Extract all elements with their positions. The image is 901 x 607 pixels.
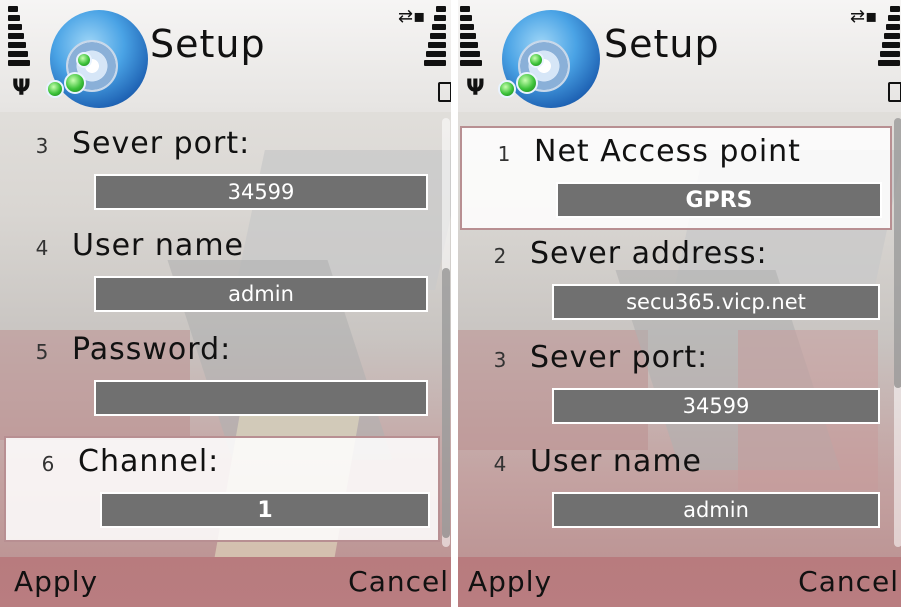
item-number: 4: [35, 236, 49, 260]
item-label: Sever address:: [530, 236, 768, 271]
antenna-icon: Ψ: [12, 76, 31, 101]
settings-list: 3 Sever port: 34599 4 User name admin 5 …: [0, 112, 451, 557]
setup-logo-icon: [46, 10, 148, 108]
net-access-point-field[interactable]: GPRS: [556, 182, 882, 218]
scrollbar-thumb[interactable]: [442, 268, 450, 538]
list-item-channel[interactable]: 6 Channel: 1: [4, 436, 440, 542]
item-number: 6: [41, 452, 55, 476]
phone-screen-left: Ψ Setup ⇄▪ 3 Sever port: 34599 4 User na…: [0, 0, 451, 607]
battery-icon: [438, 82, 451, 102]
list-item-sever-port[interactable]: 3 Sever port: 34599: [0, 120, 438, 224]
page-title: Setup: [150, 22, 266, 66]
settings-list: 1 Net Access point GPRS 2 Sever address:…: [458, 112, 901, 557]
header: Ψ Setup ⇄▪: [0, 0, 451, 112]
item-label: Sever port:: [530, 340, 709, 375]
sever-address-field[interactable]: secu365.vicp.net: [552, 284, 880, 320]
scrollbar-thumb[interactable]: [894, 118, 901, 388]
battery-level-icon: [878, 6, 900, 69]
signal-strength-icon: [8, 6, 30, 69]
header: Ψ Setup ⇄▪: [458, 0, 901, 112]
softkey-bar: Apply Cancel: [0, 557, 451, 607]
item-number: 1: [497, 142, 511, 166]
page-title: Setup: [604, 22, 720, 66]
item-label: Net Access point: [534, 134, 801, 169]
scrollbar[interactable]: [894, 118, 901, 547]
list-item-sever-port[interactable]: 3 Sever port: 34599: [458, 334, 890, 438]
item-number: 3: [35, 134, 49, 158]
signal-strength-icon: [460, 6, 482, 69]
list-item-user-name[interactable]: 4 User name admin: [458, 438, 890, 542]
setup-logo-icon: [498, 10, 600, 108]
user-name-field[interactable]: admin: [552, 492, 880, 528]
list-item-sever-address[interactable]: 2 Sever address: secu365.vicp.net: [458, 230, 890, 334]
apply-softkey[interactable]: Apply: [14, 565, 98, 598]
list-item-net-access-point[interactable]: 1 Net Access point GPRS: [460, 126, 892, 230]
item-label: Password:: [72, 332, 232, 367]
item-label: User name: [530, 444, 702, 479]
item-number: 2: [493, 244, 507, 268]
user-name-field[interactable]: admin: [94, 276, 428, 312]
channel-field[interactable]: 1: [100, 492, 430, 528]
phone-screen-right: Ψ Setup ⇄▪ 1 Net Access point GPRS 2 Sev…: [458, 0, 901, 607]
softkey-bar: Apply Cancel: [458, 557, 901, 607]
battery-level-icon: [424, 6, 446, 69]
sever-port-field[interactable]: 34599: [94, 174, 428, 210]
list-item-user-name[interactable]: 4 User name admin: [0, 222, 438, 326]
antenna-icon: Ψ: [466, 76, 485, 101]
cancel-softkey[interactable]: Cancel: [348, 565, 449, 598]
list-item-password[interactable]: 5 Password:: [0, 326, 438, 430]
item-label: Sever port:: [72, 126, 251, 161]
sever-port-field[interactable]: 34599: [552, 388, 880, 424]
gprs-connection-icon: ⇄▪: [850, 6, 878, 27]
gprs-connection-icon: ⇄▪: [398, 6, 426, 27]
item-label: User name: [72, 228, 244, 263]
cancel-softkey[interactable]: Cancel: [798, 565, 899, 598]
scrollbar[interactable]: [442, 118, 450, 547]
item-number: 3: [493, 348, 507, 372]
battery-icon: [888, 82, 901, 102]
item-number: 5: [35, 340, 49, 364]
item-label: Channel:: [78, 444, 220, 479]
apply-softkey[interactable]: Apply: [468, 565, 552, 598]
password-field[interactable]: [94, 380, 428, 416]
item-number: 4: [493, 452, 507, 476]
